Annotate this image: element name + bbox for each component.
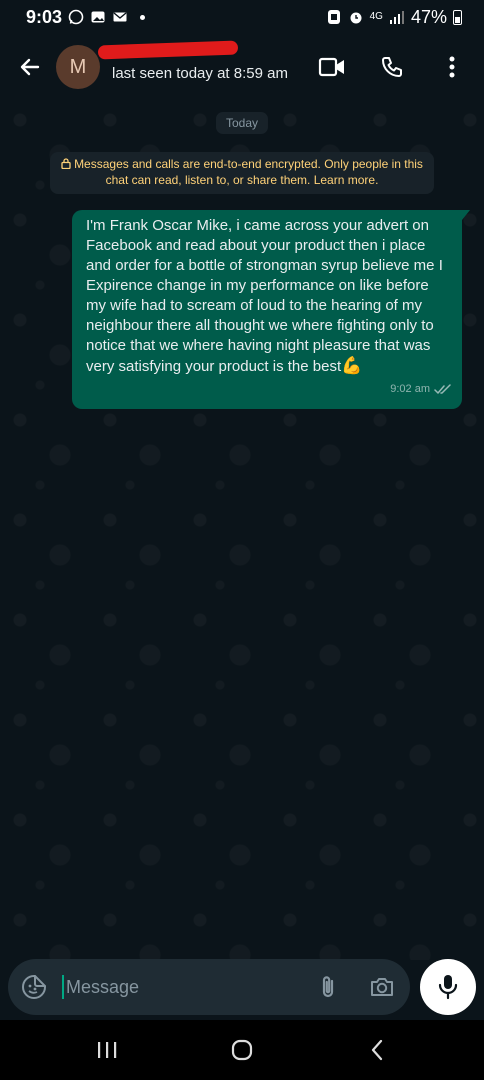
more-vert-icon	[449, 56, 455, 78]
video-call-button[interactable]	[316, 51, 348, 83]
video-call-icon	[318, 57, 344, 77]
voice-record-button[interactable]	[420, 959, 476, 1015]
header-actions	[316, 51, 468, 83]
contact-status: last seen today at 8:59 am	[112, 65, 288, 82]
message-text: I'm Frank Oscar Mike, i came across your…	[86, 217, 443, 375]
lock-icon	[61, 158, 71, 170]
redaction-mark	[97, 40, 239, 60]
gallery-notification-icon	[90, 9, 106, 25]
composer-actions	[312, 971, 398, 1003]
status-bar: 9:03 4G 47%	[0, 0, 484, 34]
back-nav-button[interactable]	[357, 1030, 397, 1070]
sticker-icon	[22, 975, 46, 999]
composer	[0, 956, 484, 1018]
phone-icon	[382, 57, 402, 77]
encryption-notice-text: Messages and calls are end-to-end encryp…	[74, 157, 423, 187]
data-saver-icon	[326, 9, 342, 25]
recent-apps-icon	[98, 1042, 117, 1058]
system-nav-bar	[0, 1020, 484, 1080]
arrow-left-icon	[20, 58, 40, 76]
message-body: I'm Frank Oscar Mike, i came across your…	[86, 216, 452, 377]
attach-button[interactable]	[312, 971, 344, 1003]
camera-button[interactable]	[366, 971, 398, 1003]
outgoing-message[interactable]: I'm Frank Oscar Mike, i came across your…	[72, 210, 470, 409]
network-type: 4G	[369, 11, 383, 22]
battery-percent: 47%	[410, 6, 447, 27]
home-button[interactable]	[222, 1030, 262, 1070]
chevron-left-icon	[371, 1039, 382, 1061]
avatar[interactable]: M	[56, 45, 100, 89]
sticker-button[interactable]	[18, 971, 50, 1003]
signal-icon	[389, 9, 405, 25]
battery-icon	[453, 9, 462, 25]
status-bar-left: 9:03	[26, 6, 146, 28]
voice-call-button[interactable]	[376, 51, 408, 83]
status-time: 9:03	[26, 6, 63, 27]
double-check-icon	[434, 383, 451, 394]
message-input-pill	[8, 959, 411, 1015]
chat-area[interactable]: Today Messages and calls are end-to-end …	[0, 100, 484, 960]
mail-notification-icon	[112, 9, 128, 25]
message-time: 9:02 am	[390, 383, 430, 395]
paperclip-icon	[323, 976, 334, 998]
message-meta: 9:02 am	[86, 379, 452, 399]
date-divider: Today	[215, 112, 269, 134]
microphone-icon	[439, 975, 458, 1000]
camera-icon	[371, 978, 394, 996]
more-options-button[interactable]	[436, 51, 468, 83]
home-icon	[231, 1039, 253, 1061]
alarm-icon	[348, 9, 364, 25]
more-notifications-dot	[140, 14, 146, 20]
contact-info[interactable]: last seen today at 8:59 am	[97, 40, 316, 89]
message-input[interactable]	[64, 976, 307, 998]
whatsapp-notification-icon	[68, 9, 84, 25]
encryption-notice[interactable]: Messages and calls are end-to-end encryp…	[50, 152, 434, 194]
chat-header: M last seen today at 8:59 am	[0, 34, 484, 100]
flexed-biceps-emoji: 💪	[341, 356, 363, 375]
recent-apps-button[interactable]	[87, 1030, 127, 1070]
back-button[interactable]	[10, 47, 50, 87]
status-bar-right: 4G 47%	[326, 7, 462, 28]
